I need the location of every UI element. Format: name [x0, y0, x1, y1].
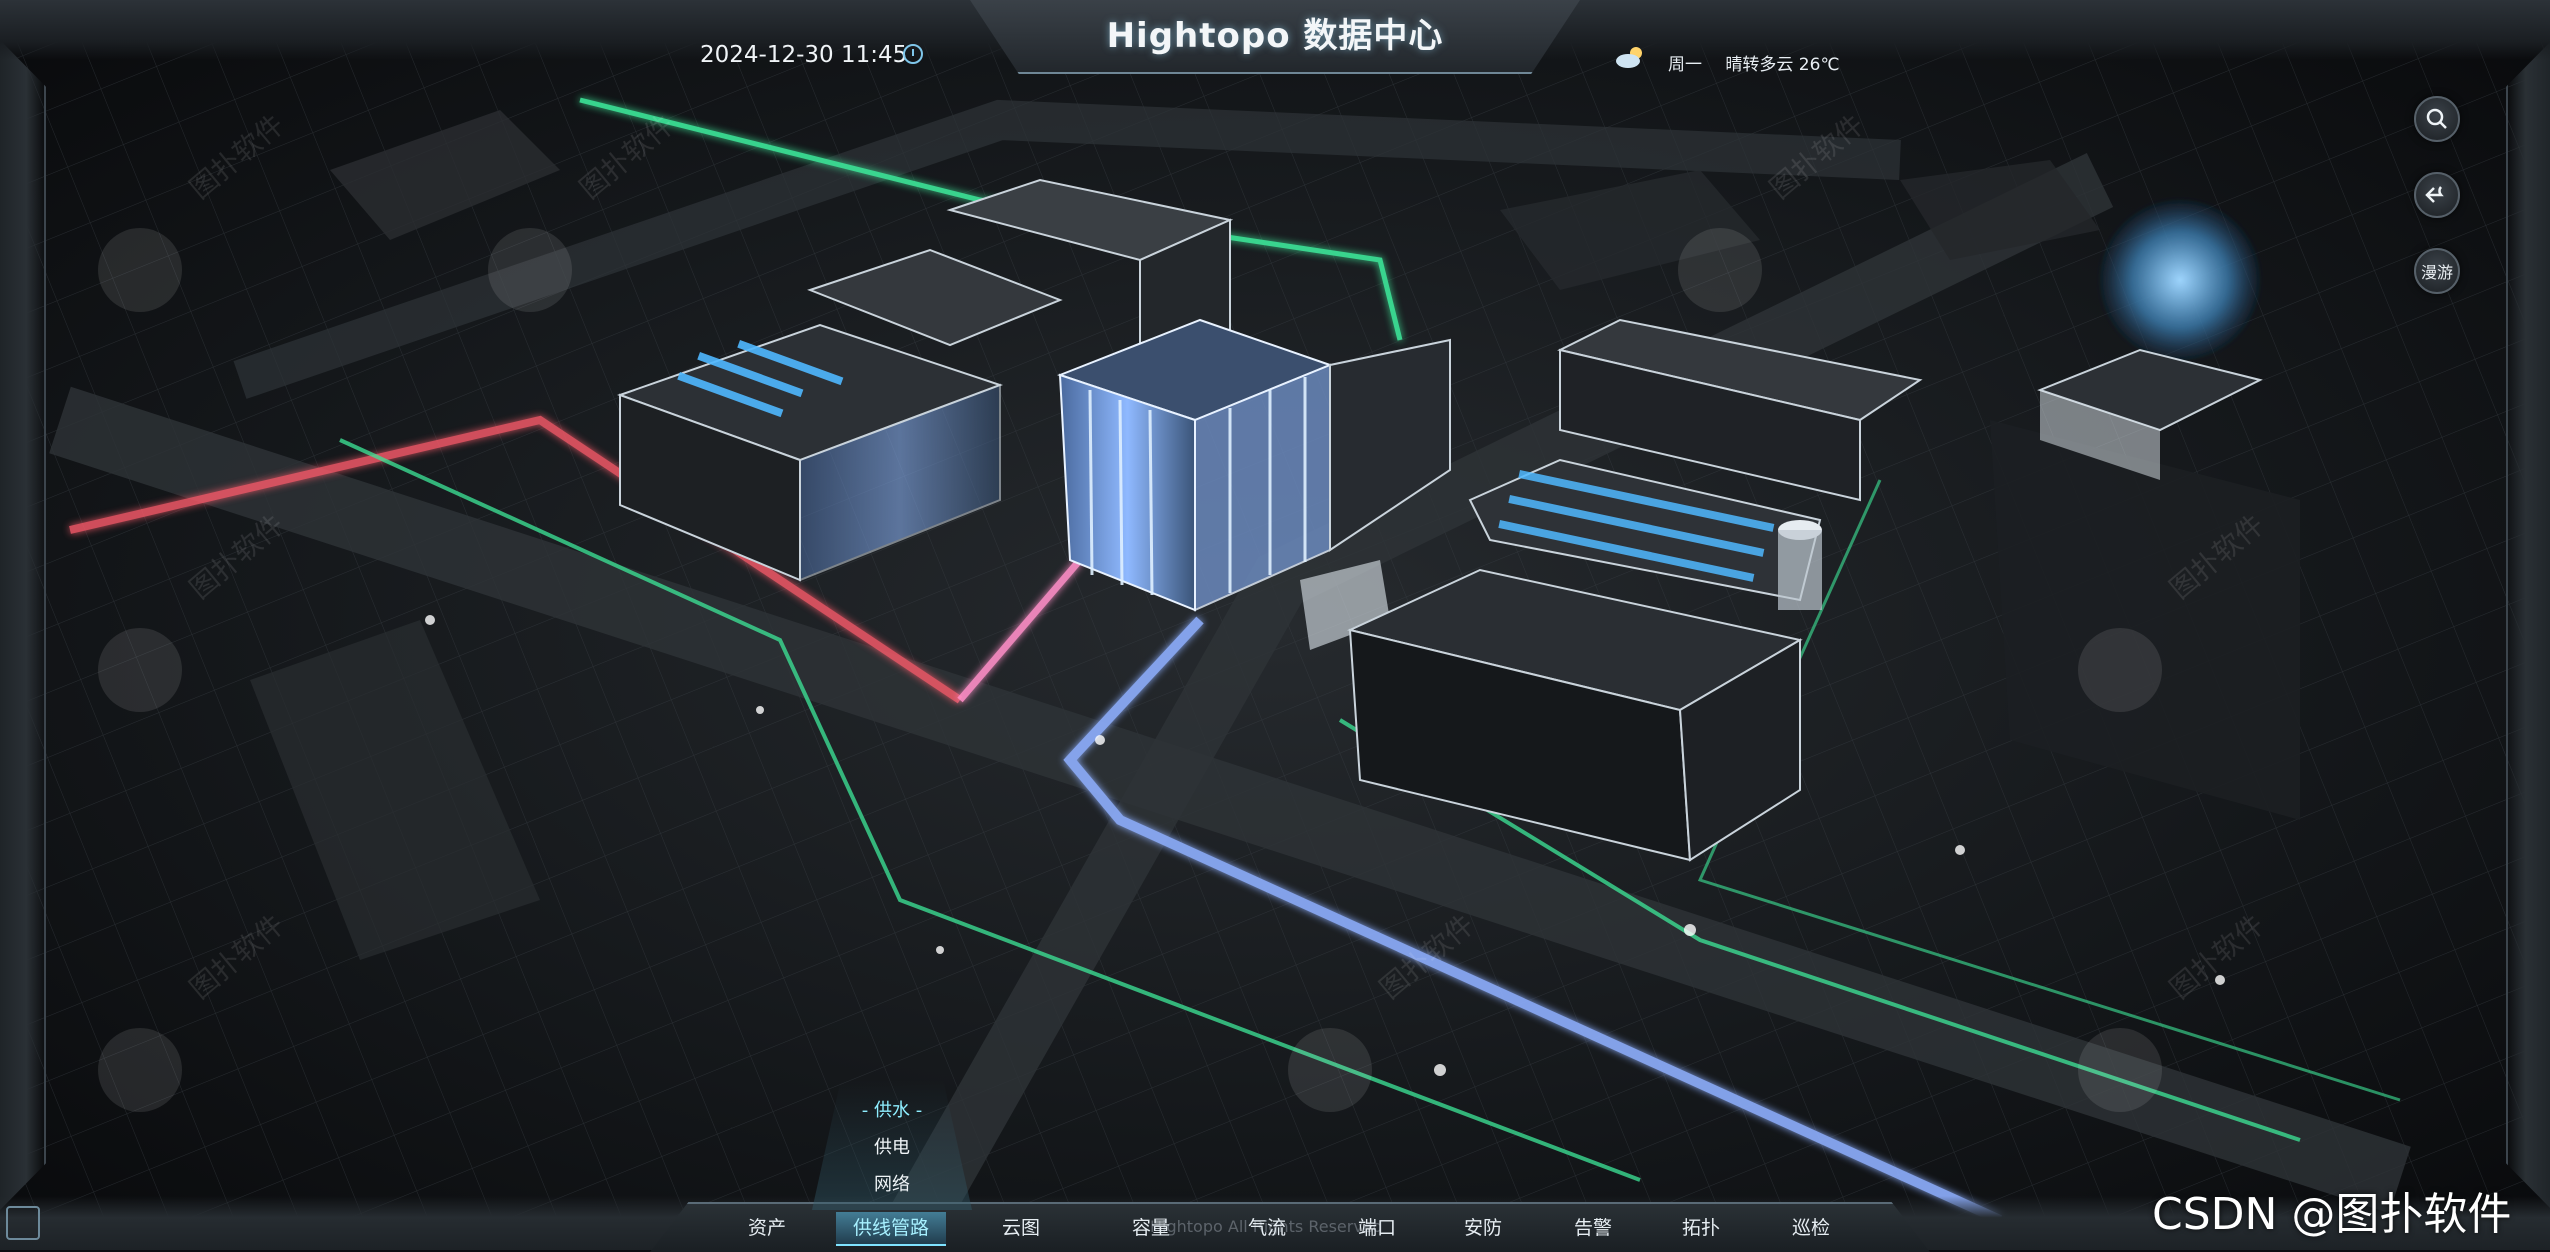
weather-info: 周一 晴转多云 26℃ — [1668, 50, 1858, 75]
back-button[interactable] — [2414, 172, 2460, 218]
header: Hightopo 数据中心 2024-12-30 11:45 周一 晴转多云 2… — [0, 0, 2550, 78]
weather-text: 晴转多云 26℃ — [1725, 55, 1840, 75]
nav-item-assets[interactable]: 资产 — [712, 1212, 822, 1244]
datacenter-3d-scene[interactable]: 图扑软件 图扑软件 图扑软件 图扑软件 图扑软件 图扑软件 图扑软件 图扑软件 — [0, 0, 2550, 1250]
clock-icon — [903, 44, 923, 64]
nav-item-alarms[interactable]: 告警 — [1538, 1212, 1648, 1244]
search-icon — [2426, 108, 2447, 129]
nav-item-security[interactable]: 安防 — [1428, 1212, 1538, 1244]
left-frame — [0, 40, 46, 1210]
nav-item-ports[interactable]: 端口 — [1322, 1212, 1432, 1244]
search-button[interactable] — [2414, 96, 2460, 142]
back-icon — [2425, 186, 2444, 203]
nav-item-inspection[interactable]: 巡检 — [1756, 1212, 1866, 1244]
csdn-watermark: CSDN @图扑软件 — [2152, 1189, 2512, 1240]
nav-item-capacity[interactable]: 容量 — [1096, 1212, 1206, 1244]
right-frame — [2506, 40, 2550, 1210]
nav-item-cloud-map[interactable]: 云图 — [966, 1212, 1076, 1244]
roam-button[interactable]: 漫游 — [2414, 248, 2460, 294]
fullscreen-icon[interactable] — [6, 1206, 40, 1240]
nav-item-pipelines[interactable]: 供线管路 — [836, 1212, 946, 1246]
weather-icon — [1616, 47, 1642, 68]
submenu-item-network[interactable]: 网络 — [812, 1170, 972, 1196]
submenu-item-power[interactable]: 供电 — [812, 1133, 972, 1159]
datetime: 2024-12-30 11:45 — [700, 42, 908, 68]
page-title: Hightopo 数据中心 — [1106, 16, 1444, 56]
nav-item-airflow[interactable]: 气流 — [1212, 1212, 1322, 1244]
nav-item-topology[interactable]: 拓扑 — [1646, 1212, 1756, 1244]
weekday: 周一 — [1668, 55, 1702, 75]
roam-label: 漫游 — [2420, 263, 2453, 282]
submenu-item-water[interactable]: - 供水 - — [812, 1096, 972, 1122]
